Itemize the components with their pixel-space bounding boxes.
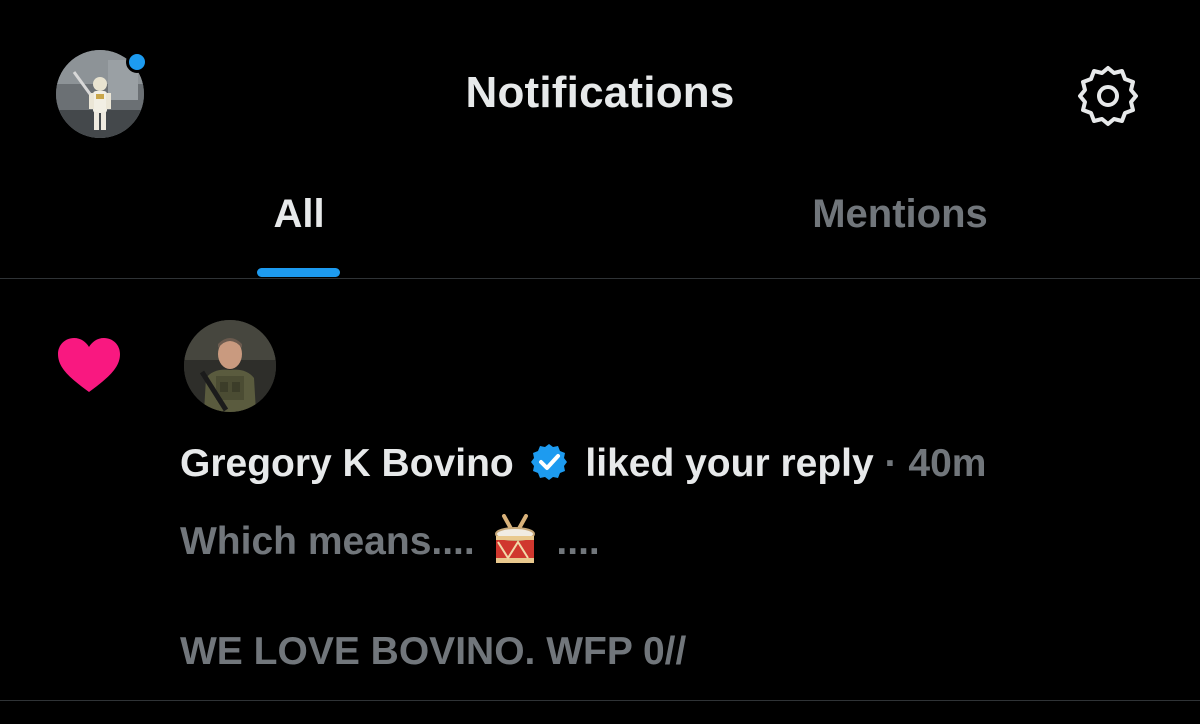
notification-action: liked your reply [585,442,874,485]
gear-icon [1078,66,1138,126]
notifications-header: Notifications [0,0,1200,190]
notification-text: Gregory K Bovino liked your reply · 40m [180,442,986,486]
heart-icon [56,336,122,396]
reply-preview-ellipsis: .... [556,520,600,563]
tabs-divider [0,278,1200,279]
reply-preview: Which means.... .... [180,514,600,568]
time-separator: · [884,442,898,485]
verified-badge-icon [529,442,569,482]
tab-mentions[interactable]: Mentions [600,192,1200,237]
tab-all[interactable]: All [0,192,598,237]
user-name[interactable]: Gregory K Bovino [180,442,514,485]
settings-button[interactable] [1075,63,1141,129]
reply-preview-line2: WE LOVE BOVINO. WFP 0// [180,630,687,673]
notification-time: 40m [908,442,987,485]
drum-emoji [492,514,538,568]
reply-preview-text: Which means.... [180,520,475,563]
page-title: Notifications [465,68,735,117]
active-tab-indicator [257,268,340,277]
notification-divider [0,700,1200,701]
user-avatar[interactable] [184,320,276,412]
user-avatar-image [184,320,276,412]
